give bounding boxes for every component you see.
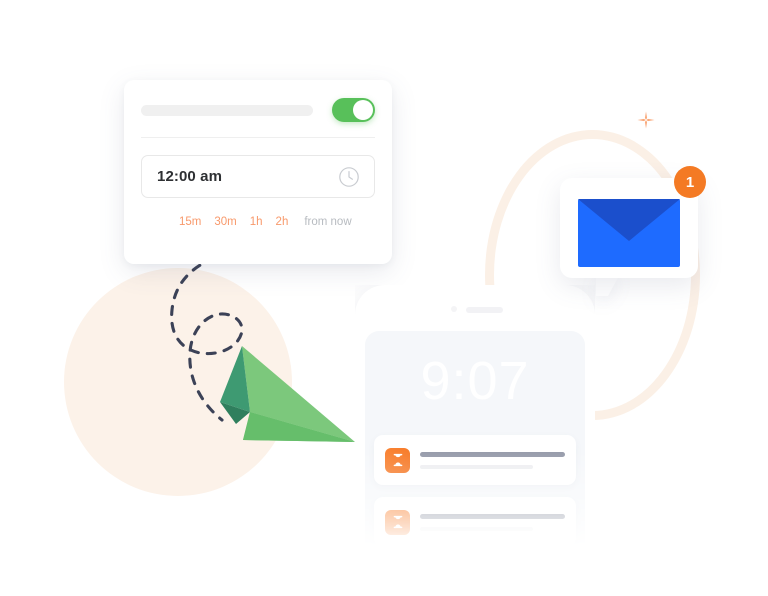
toggle-knob	[353, 100, 373, 120]
notification-subtitle-bar	[420, 464, 534, 469]
schedule-toggle[interactable]	[332, 98, 375, 122]
camera-dot-icon	[451, 306, 457, 312]
paper-plane-icon	[220, 346, 355, 442]
notification-text	[420, 451, 565, 469]
hourglass-icon	[385, 509, 410, 535]
schedule-card: 12:00 am 15m 30m 1h 2h from now	[124, 80, 392, 264]
envelope-icon	[578, 199, 680, 267]
notification-subtitle-bar	[420, 526, 534, 531]
quick-time-options: 15m 30m 1h 2h from now	[141, 216, 375, 228]
clock-icon[interactable]	[338, 166, 360, 188]
card-divider	[141, 137, 375, 138]
quick-option-1h[interactable]: 1h	[250, 216, 263, 228]
unread-badge: 1	[674, 166, 706, 198]
email-notification-bubble[interactable]: 1	[560, 166, 706, 296]
time-input-value: 12:00 am	[157, 168, 223, 185]
phone-mockup: 9:07	[355, 285, 595, 596]
speaker-grille-icon	[466, 307, 503, 313]
quick-option-15m[interactable]: 15m	[179, 216, 201, 228]
notification-title-bar	[420, 451, 565, 457]
schedule-card-header	[141, 98, 375, 122]
sparkle-icon	[637, 111, 655, 129]
notification-item[interactable]	[374, 435, 576, 485]
notification-item[interactable]	[374, 497, 576, 547]
notification-list	[365, 435, 585, 547]
notification-title-bar	[420, 513, 565, 519]
quick-options-suffix: from now	[304, 216, 352, 228]
notification-text	[420, 513, 565, 531]
title-placeholder-bar	[141, 104, 313, 116]
quick-option-30m[interactable]: 30m	[214, 216, 236, 228]
phone-screen: 9:07	[365, 331, 585, 596]
illustration-canvas: 12:00 am 15m 30m 1h 2h from now 9:07 1	[0, 0, 768, 596]
quick-option-2h[interactable]: 2h	[276, 216, 289, 228]
time-input[interactable]: 12:00 am	[141, 155, 375, 198]
lockscreen-clock: 9:07	[420, 351, 530, 411]
hourglass-icon	[385, 447, 410, 473]
